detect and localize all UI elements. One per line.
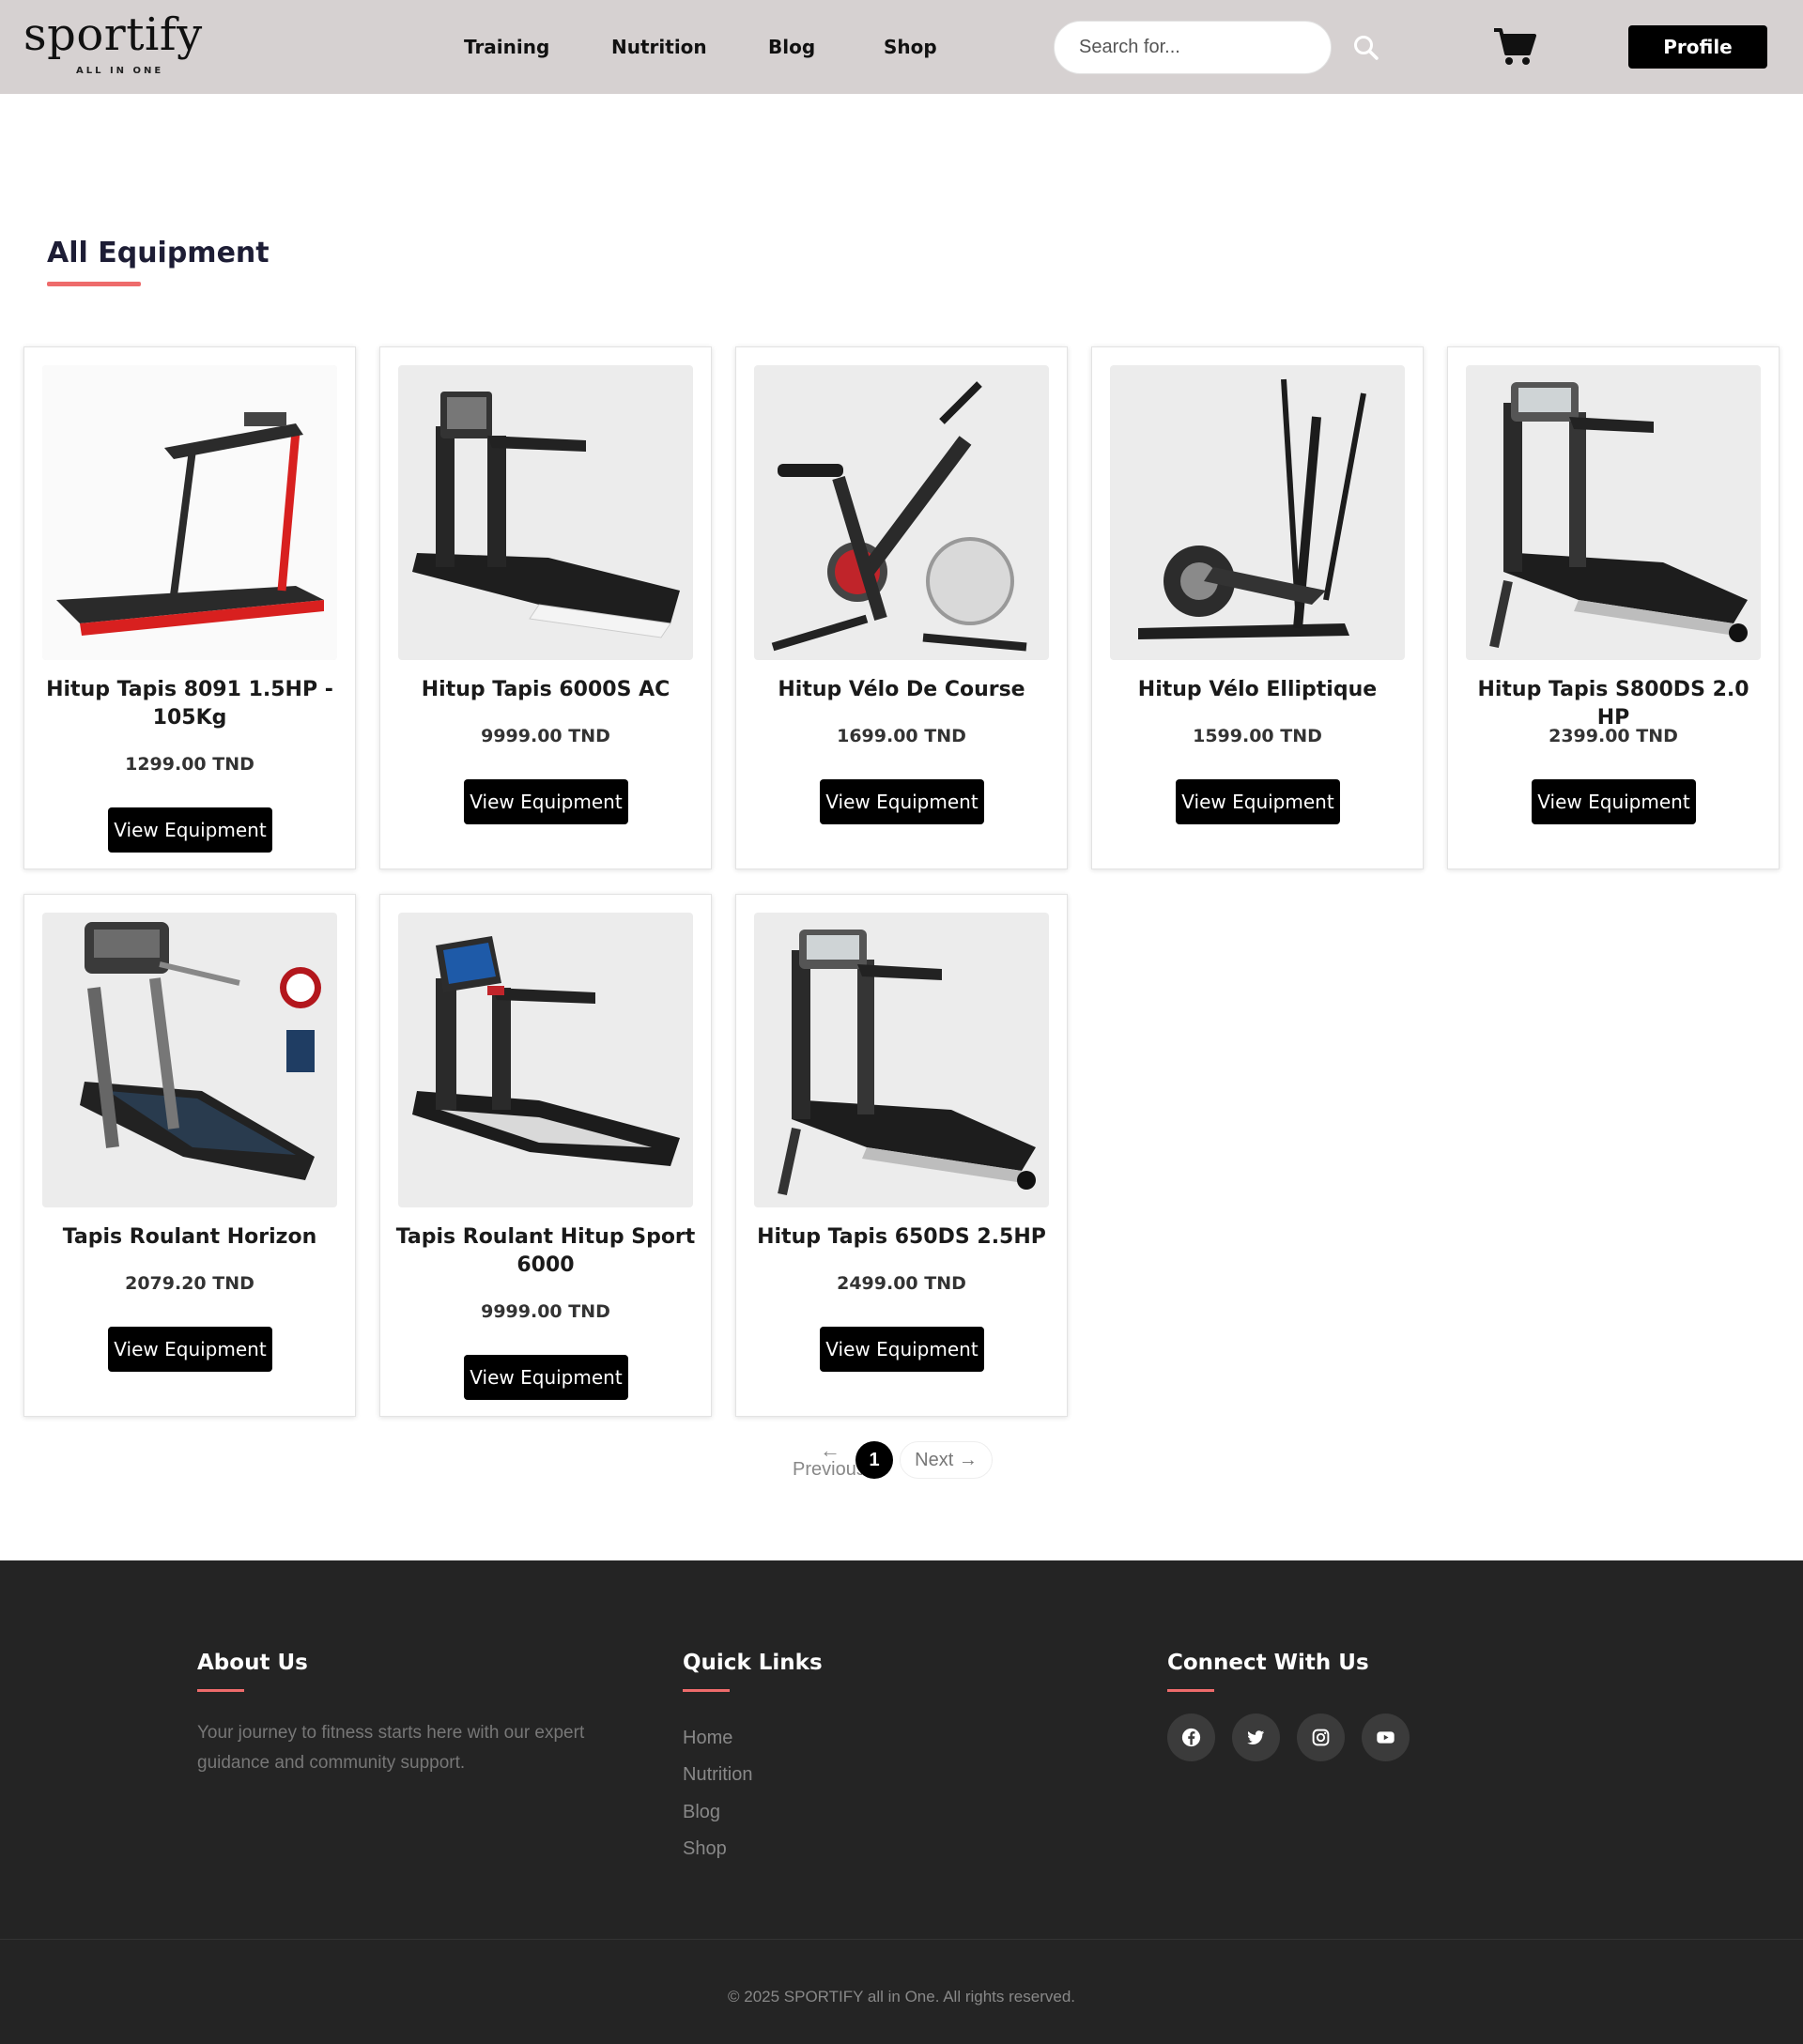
instagram-icon[interactable] (1297, 1714, 1345, 1761)
product-name: Hitup Vélo De Course (778, 678, 1025, 701)
cart-icon[interactable] (1493, 27, 1536, 67)
product-name: Hitup Tapis 6000S AC (421, 678, 670, 701)
product-name: Hitup Tapis 8091 1.5HP - 105Kg (46, 678, 333, 730)
footer-connect-title: Connect With Us (1167, 1651, 1369, 1675)
product-card[interactable]: Hitup Vélo Elliptique 1599.00 TND View Equ… (1091, 346, 1424, 869)
youtube-icon[interactable] (1362, 1714, 1410, 1761)
logo-text: sportify (23, 8, 203, 61)
footer-about-underline (197, 1689, 244, 1692)
product-card[interactable]: Hitup Tapis S800DS 2.0 HP 2399.00 TND View… (1447, 346, 1780, 869)
logo-tagline: ALL IN ONE (76, 66, 164, 76)
pagination-next[interactable]: Next → (900, 1441, 993, 1479)
product-name: Hitup Tapis 650DS 2.5HP (757, 1225, 1046, 1249)
footer-link-home[interactable]: Home (683, 1728, 732, 1749)
nav-link-blog[interactable]: Blog (768, 36, 815, 58)
product-image[interactable] (398, 913, 693, 1207)
product-image[interactable] (42, 365, 337, 660)
product-card[interactable]: Tapis Roulant Hitup Sport 6000 9999.00 TN… (379, 894, 712, 1417)
nav-link-training[interactable]: Training (464, 36, 549, 58)
view-equipment-button[interactable]: View Equipment (464, 779, 628, 824)
product-price: 2499.00 TND (837, 1273, 966, 1294)
footer-links-underline (683, 1689, 730, 1692)
product-price: 1299.00 TND (125, 754, 254, 775)
view-equipment-button[interactable]: View Equipment (464, 1355, 628, 1400)
navbar: sportify ALL IN ONE Training Nutrition B… (0, 0, 1803, 94)
footer: About Us Your journey to fitness starts … (0, 1560, 1803, 2044)
footer-copyright: © 2025 SPORTIFY all in One. All rights r… (727, 1988, 1075, 2006)
view-equipment-button[interactable]: View Equipment (820, 779, 984, 824)
product-card[interactable]: Hitup Tapis 6000S AC 9999.00 TND View Equi… (379, 346, 712, 869)
pagination-previous[interactable]: ← Previous (792, 1438, 862, 1480)
footer-about-title: About Us (197, 1651, 308, 1675)
pagination-page-1[interactable]: 1 (855, 1441, 893, 1479)
pagination-previous-label: Previous (793, 1459, 862, 1480)
product-name: Hitup Vélo Elliptique (1137, 678, 1378, 701)
view-equipment-button[interactable]: View Equipment (108, 1327, 272, 1372)
footer-link-nutrition[interactable]: Nutrition (683, 1764, 752, 1786)
product-card[interactable]: Hitup Vélo De Course 1699.00 TND View Equi… (735, 346, 1068, 869)
twitter-icon[interactable] (1232, 1714, 1280, 1761)
view-equipment-button[interactable]: View Equipment (1176, 779, 1340, 824)
product-image[interactable] (1466, 365, 1761, 660)
product-price: 1599.00 TND (1193, 726, 1322, 746)
footer-connect-underline (1167, 1689, 1214, 1692)
footer-link-shop[interactable]: Shop (683, 1838, 727, 1860)
product-price: 2079.20 TND (125, 1273, 254, 1294)
search-input[interactable] (1054, 21, 1332, 74)
product-price: 9999.00 TND (481, 1301, 610, 1322)
view-equipment-button[interactable]: View Equipment (108, 807, 272, 853)
product-card[interactable]: Hitup Tapis 8091 1.5HP - 105Kg 1299.00 TN… (23, 346, 356, 869)
product-image[interactable] (754, 365, 1049, 660)
footer-divider (0, 1939, 1803, 1940)
product-image[interactable] (42, 913, 337, 1207)
search-icon[interactable] (1352, 34, 1380, 62)
product-card[interactable]: Tapis Roulant Horizon 2079.20 TND View Equ… (23, 894, 356, 1417)
product-image[interactable] (398, 365, 693, 660)
nav-link-shop[interactable]: Shop (884, 36, 937, 58)
view-equipment-button[interactable]: View Equipment (1532, 779, 1696, 824)
product-price: 1699.00 TND (837, 726, 966, 746)
product-price: 9999.00 TND (481, 726, 610, 746)
page-title: All Equipment (47, 237, 270, 269)
product-price: 2399.00 TND (1549, 726, 1678, 746)
product-name: Hitup Tapis S800DS 2.0 HP (1477, 678, 1749, 730)
footer-links-title: Quick Links (683, 1651, 823, 1675)
nav-link-nutrition[interactable]: Nutrition (611, 36, 707, 58)
product-name: Tapis Roulant Hitup Sport 6000 (395, 1225, 696, 1277)
facebook-icon[interactable] (1167, 1714, 1215, 1761)
product-card[interactable]: Hitup Tapis 650DS 2.5HP 2499.00 TND View E… (735, 894, 1068, 1417)
footer-about-text: Your journey to fitness starts here with… (197, 1723, 585, 1773)
view-equipment-button[interactable]: View Equipment (820, 1327, 984, 1372)
profile-button[interactable]: Profile (1628, 25, 1767, 69)
product-image[interactable] (754, 913, 1049, 1207)
product-name: Tapis Roulant Horizon (62, 1225, 317, 1249)
product-image[interactable] (1110, 365, 1405, 660)
title-underline (47, 282, 141, 286)
footer-link-blog[interactable]: Blog (683, 1802, 720, 1823)
site-logo[interactable]: sportify ALL IN ONE (23, 11, 211, 79)
